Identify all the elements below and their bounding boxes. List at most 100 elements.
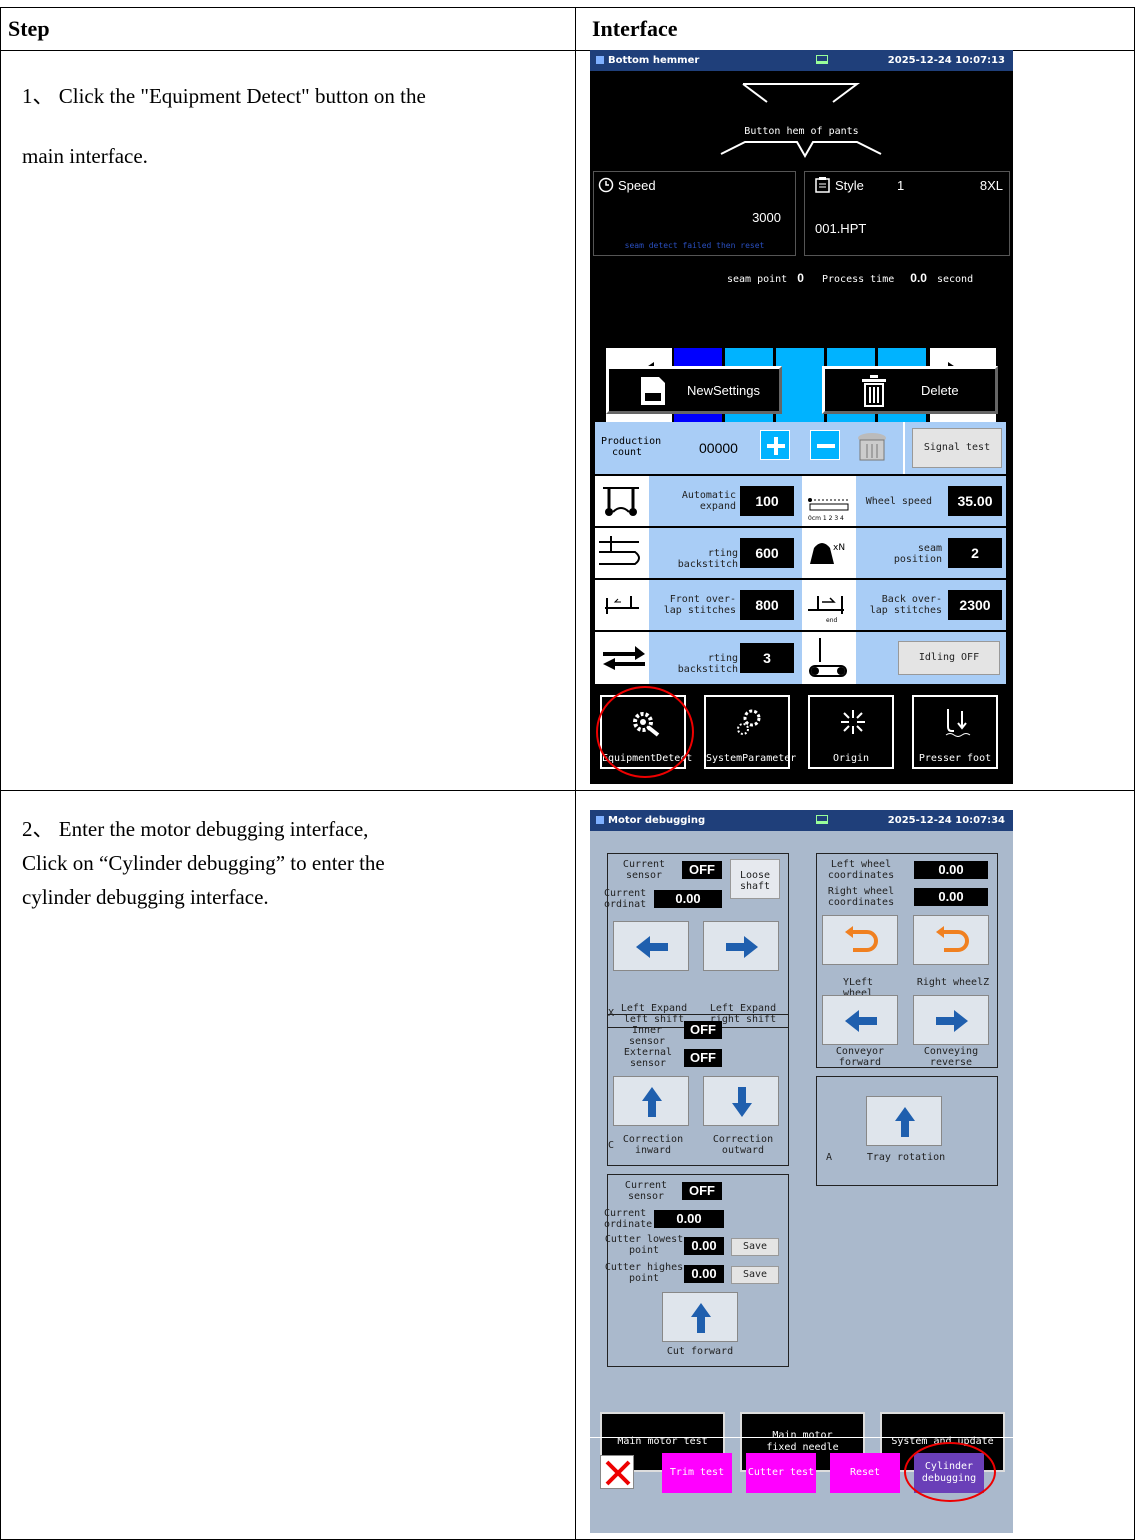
end-text: end	[826, 617, 837, 624]
cutter-lowest-value: 0.00	[684, 1237, 724, 1255]
speed-panel[interactable]: Speed 3000 seam detect failed then reset	[593, 171, 796, 256]
conveyor-forward-button[interactable]	[822, 995, 898, 1045]
highlight-circle	[596, 686, 694, 778]
current-coordinate-value: 0.00	[654, 890, 722, 908]
speed-label: Speed	[618, 178, 656, 193]
increment-button[interactable]	[760, 430, 790, 460]
correction-outward-label: Correction outward	[712, 1134, 774, 1156]
ruler-scale-text: 0cm 1 2 3 4	[808, 515, 844, 522]
correction-outward-button[interactable]	[703, 1076, 779, 1126]
conveyor-icon	[809, 638, 847, 677]
arrow-up-icon-2	[895, 1107, 915, 1137]
row-divider	[0, 790, 1135, 791]
signal-test-button[interactable]: Signal test	[912, 428, 1002, 468]
step-3-button[interactable]	[776, 348, 824, 422]
expand-left-button[interactable]	[613, 921, 689, 971]
axis-c-label: C	[608, 1140, 615, 1151]
separator	[590, 1437, 1013, 1438]
clipboard-icon	[815, 177, 830, 193]
decrement-button[interactable]	[810, 430, 840, 460]
presser-foot-button[interactable]: Presser foot	[912, 695, 998, 769]
cutter-coordinate-value: 0.00	[654, 1210, 724, 1228]
step-1-text: 1、 Click the "Equipment Detect" button o…	[22, 84, 426, 168]
network-icon	[816, 55, 828, 64]
style-number: 1	[897, 178, 905, 193]
back-overlap-icon: end	[808, 596, 844, 624]
arrow-left-icon	[636, 936, 668, 958]
conveyor-forward-label: Conveyor forward	[835, 1046, 885, 1068]
new-settings-button[interactable]: NewSettings	[606, 366, 782, 414]
style-file: 001.HPT	[815, 221, 867, 236]
header-step: Step	[8, 16, 50, 41]
hem-pattern-diagram	[720, 83, 882, 159]
datetime-2: 2025-12-24 10:07:34	[887, 815, 1005, 826]
save-highest-button[interactable]: Save	[731, 1266, 779, 1284]
auto-expand-label: Automatic expand	[681, 490, 736, 512]
right-wheel-value: 0.00	[914, 888, 988, 906]
title-bar: Bottom hemmer 2025-12-24 10:07:13	[590, 50, 1013, 71]
title-bar-2: Motor debugging 2025-12-24 10:07:34	[590, 810, 1013, 831]
expand-right-button[interactable]	[703, 921, 779, 971]
close-button[interactable]	[600, 1455, 634, 1489]
backstitch-icon	[599, 536, 640, 565]
arrow-right-icon-2	[936, 1010, 968, 1032]
seam-position-label: seam position	[893, 543, 942, 565]
arrow-left-icon-2	[845, 1010, 877, 1032]
back-overlap-value[interactable]: 2300	[948, 590, 1002, 620]
left-wheel-label: Left wheel coordinates	[827, 859, 895, 881]
loose-shaft-button[interactable]: Loose shaft	[730, 859, 780, 899]
inner-sensor-value: OFF	[684, 1021, 722, 1039]
plus-icon	[767, 437, 785, 455]
cutter-highest-label: Cutter highes point	[604, 1262, 684, 1284]
left-wheel-button[interactable]	[822, 915, 898, 965]
column-divider	[575, 7, 576, 1540]
reset-button[interactable]: Reset	[830, 1453, 900, 1493]
cutter-highest-value: 0.00	[684, 1265, 724, 1283]
step-2-text: 2、 Enter the motor debugging interface, …	[22, 817, 385, 909]
origin-button[interactable]: Origin	[808, 695, 894, 769]
trim-test-button[interactable]: Trim test	[662, 1453, 732, 1493]
wheel-speed-label: Wheel speed	[865, 496, 932, 507]
cutter-coordinate-label: Current ordinate	[604, 1208, 653, 1230]
seam-position-value[interactable]: 2	[948, 538, 1002, 568]
delete-label: Delete	[921, 383, 959, 398]
app-icon-2	[596, 816, 604, 824]
correction-inward-button[interactable]	[613, 1076, 689, 1126]
style-size: 8XL	[979, 178, 1003, 193]
wheel-speed-value[interactable]: 35.00	[948, 486, 1002, 516]
multiply-n-text: xN	[833, 543, 845, 553]
origin-label: Origin	[832, 753, 870, 764]
save-lowest-button[interactable]: Save	[731, 1238, 779, 1256]
style-panel[interactable]: Style 1 8XL 001.HPT	[804, 171, 1010, 256]
app-icon	[596, 56, 604, 64]
end-backstitch-label: rting backstitch	[677, 653, 738, 675]
tray-rotation-button[interactable]	[866, 1096, 942, 1146]
delete-button[interactable]: Delete	[822, 366, 998, 414]
datetime: 2025-12-24 10:07:13	[887, 55, 1005, 66]
left-wheel-value: 0.00	[914, 861, 988, 879]
conveying-reverse-button[interactable]	[913, 995, 989, 1045]
presser-foot-label: Presser foot	[918, 753, 992, 764]
ruler-icon-cell: 0cm 1 2 3 4	[802, 476, 856, 526]
auto-expand-value[interactable]: 100	[740, 486, 794, 516]
system-parameter-button[interactable]: SystemParameter	[704, 695, 796, 769]
cutter-test-button[interactable]: Cutter test	[746, 1453, 816, 1493]
clear-count-icon[interactable]	[853, 428, 891, 464]
cut-forward-button[interactable]	[662, 1292, 738, 1342]
right-wheel-button[interactable]	[913, 915, 989, 965]
front-overlap-icon-cell	[595, 580, 649, 630]
front-overlap-value[interactable]: 800	[740, 590, 794, 620]
end-backstitch-value[interactable]: 3	[740, 643, 794, 673]
presser-foot-icon	[945, 709, 971, 737]
right-wheel-label: Right wheel coordinates	[827, 886, 895, 908]
conveying-reverse-label: Conveying reverse	[923, 1046, 979, 1068]
cutter-sensor-value: OFF	[682, 1182, 722, 1200]
arrow-right-icon	[726, 936, 758, 958]
idling-button[interactable]: Idling OFF	[898, 641, 1000, 675]
conveyor-icon-cell	[802, 632, 856, 684]
start-backstitch-value[interactable]: 600	[740, 538, 794, 568]
process-time: Process time 0.0 second	[822, 271, 974, 285]
cutter-sensor-label: Current sensor	[624, 1180, 668, 1202]
expand-icon-cell	[595, 476, 649, 526]
rotate-icon	[845, 926, 878, 952]
